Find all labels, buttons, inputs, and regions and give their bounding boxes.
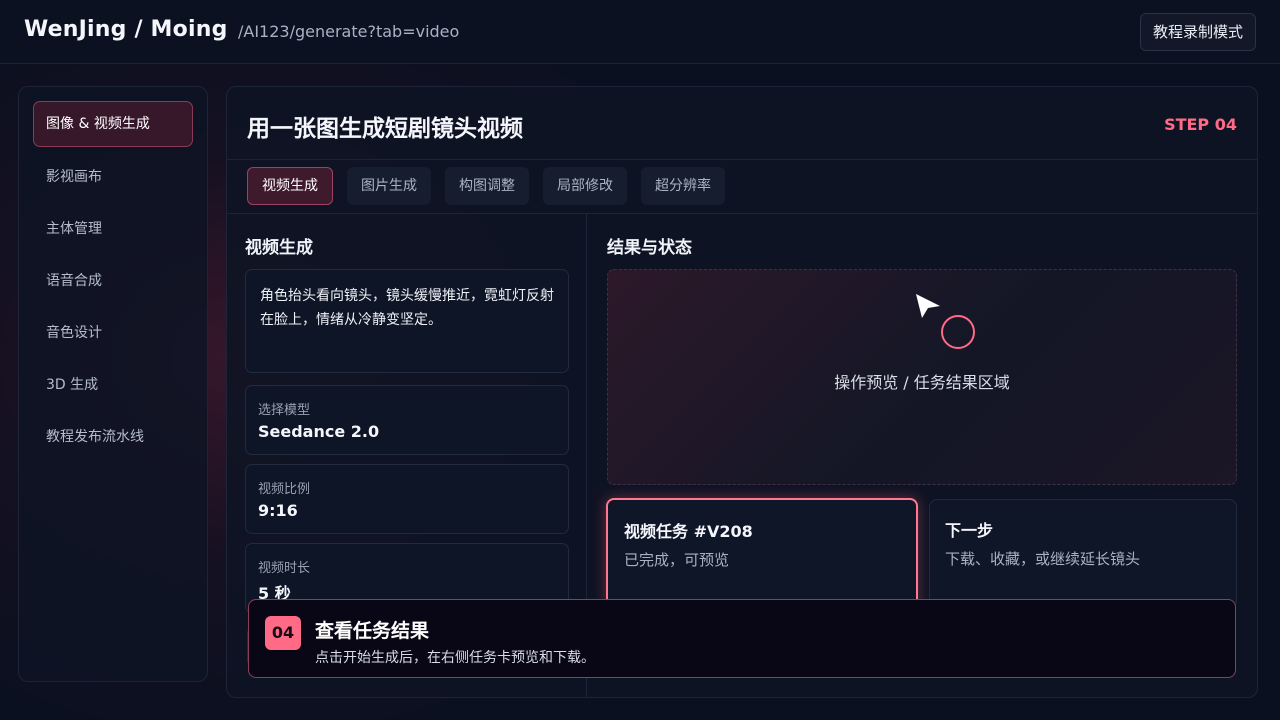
aspect-ratio-select[interactable]: 视频比例 9:16 [245, 464, 569, 534]
tab-super-resolution[interactable]: 超分辨率 [641, 167, 725, 205]
step-indicator: STEP 04 [1164, 115, 1237, 134]
sidebar-item-speech-synthesis[interactable]: 语音合成 [33, 258, 193, 304]
sidebar-item-tutorial-pipeline[interactable]: 教程发布流水线 [33, 414, 193, 460]
tab-video-generation[interactable]: 视频生成 [247, 167, 333, 205]
next-step-desc: 下载、收藏，或继续延长镜头 [945, 550, 1141, 568]
step-badge: 04 [265, 616, 301, 650]
task-card[interactable]: 视频任务 #V208 已完成，可预览 [606, 498, 918, 610]
tab-partial-edit[interactable]: 局部修改 [543, 167, 627, 205]
preview-placeholder: 操作预览 / 任务结果区域 [834, 373, 1010, 392]
section-title-video-generation: 视频生成 [245, 238, 313, 258]
url-path: /AI123/generate?tab=video [238, 22, 460, 41]
field-label: 选择模型 [258, 403, 311, 418]
brand-title: WenJing / Moing [24, 17, 228, 42]
callout-description: 点击开始生成后，在右侧任务卡预览和下载。 [315, 650, 595, 666]
tab-composition-adjust[interactable]: 构图调整 [445, 167, 529, 205]
sidebar-item-subject-management[interactable]: 主体管理 [33, 206, 193, 252]
next-step-title: 下一步 [945, 521, 994, 540]
prompt-text: 角色抬头看向镜头，镜头缓慢推近，霓虹灯反射在脸上，情绪从冷静变坚定。 [260, 288, 554, 328]
callout-title: 查看任务结果 [315, 620, 430, 642]
next-step-card[interactable]: 下一步 下载、收藏，或继续延长镜头 [929, 499, 1237, 609]
preview-area[interactable]: 操作预览 / 任务结果区域 [607, 269, 1237, 485]
cursor-arrow-icon [916, 294, 940, 318]
tutorial-mode-button[interactable]: 教程录制模式 [1139, 13, 1256, 51]
field-value: 9:16 [258, 501, 298, 520]
field-label: 视频时长 [258, 561, 311, 576]
section-title-results: 结果与状态 [607, 238, 692, 258]
sidebar: 图像 & 视频生成 影视画布 主体管理 语音合成 音色设计 3D 生成 教程发布… [18, 86, 208, 682]
divider [227, 213, 1257, 214]
field-value: Seedance 2.0 [258, 422, 380, 441]
field-label: 视频比例 [258, 482, 311, 497]
page-title: 用一张图生成短剧镜头视频 [247, 116, 523, 142]
tab-image-generation[interactable]: 图片生成 [347, 167, 431, 205]
task-title: 视频任务 #V208 [624, 522, 753, 541]
model-select[interactable]: 选择模型 Seedance 2.0 [245, 385, 569, 455]
sidebar-item-image-video[interactable]: 图像 & 视频生成 [33, 101, 193, 147]
top-header: WenJing / Moing /AI123/generate?tab=vide… [0, 0, 1280, 64]
task-status: 已完成，可预览 [624, 551, 730, 569]
sidebar-item-voice-design[interactable]: 音色设计 [33, 310, 193, 356]
divider [227, 159, 1257, 160]
sidebar-item-film-canvas[interactable]: 影视画布 [33, 154, 193, 200]
prompt-input[interactable]: 角色抬头看向镜头，镜头缓慢推近，霓虹灯反射在脸上，情绪从冷静变坚定。 [245, 269, 569, 373]
sidebar-item-3d-generation[interactable]: 3D 生成 [33, 362, 193, 408]
tutorial-callout: 04 查看任务结果 点击开始生成后，在右侧任务卡预览和下载。 [248, 599, 1236, 678]
click-ring-icon [941, 315, 975, 349]
